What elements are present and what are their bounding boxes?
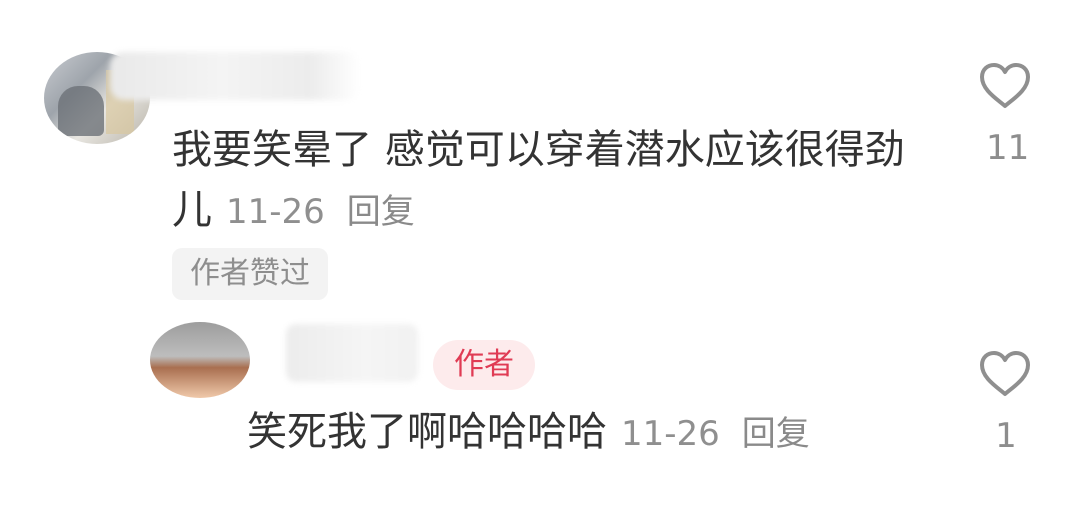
comment-body: 我要笑晕了 感觉可以穿着潜水应该很得劲儿 11-26 回复 xyxy=(172,120,932,242)
author-name-blurred[interactable] xyxy=(286,324,418,382)
heart-outline-icon[interactable] xyxy=(978,350,1032,398)
reply-body: 笑死我了啊哈哈哈哈 11-26 回复 xyxy=(247,404,887,462)
comment-like-count: 11 xyxy=(986,128,1030,168)
avatar-figure xyxy=(58,86,104,136)
reply-text: 笑死我了啊哈哈哈哈 xyxy=(247,409,607,455)
author-badge: 作者 xyxy=(433,340,535,390)
comment-date: 11-26 xyxy=(226,192,325,232)
reply-date: 11-26 xyxy=(621,414,720,454)
commenter-name-blurred[interactable] xyxy=(110,52,360,100)
author-avatar[interactable] xyxy=(150,322,250,398)
heart-outline-icon[interactable] xyxy=(978,62,1032,110)
reply-like-count: 1 xyxy=(995,416,1017,456)
comment-reply-button[interactable]: 回复 xyxy=(347,192,415,232)
author-liked-badge: 作者赞过 xyxy=(172,248,328,300)
reply-reply-button[interactable]: 回复 xyxy=(742,414,810,454)
